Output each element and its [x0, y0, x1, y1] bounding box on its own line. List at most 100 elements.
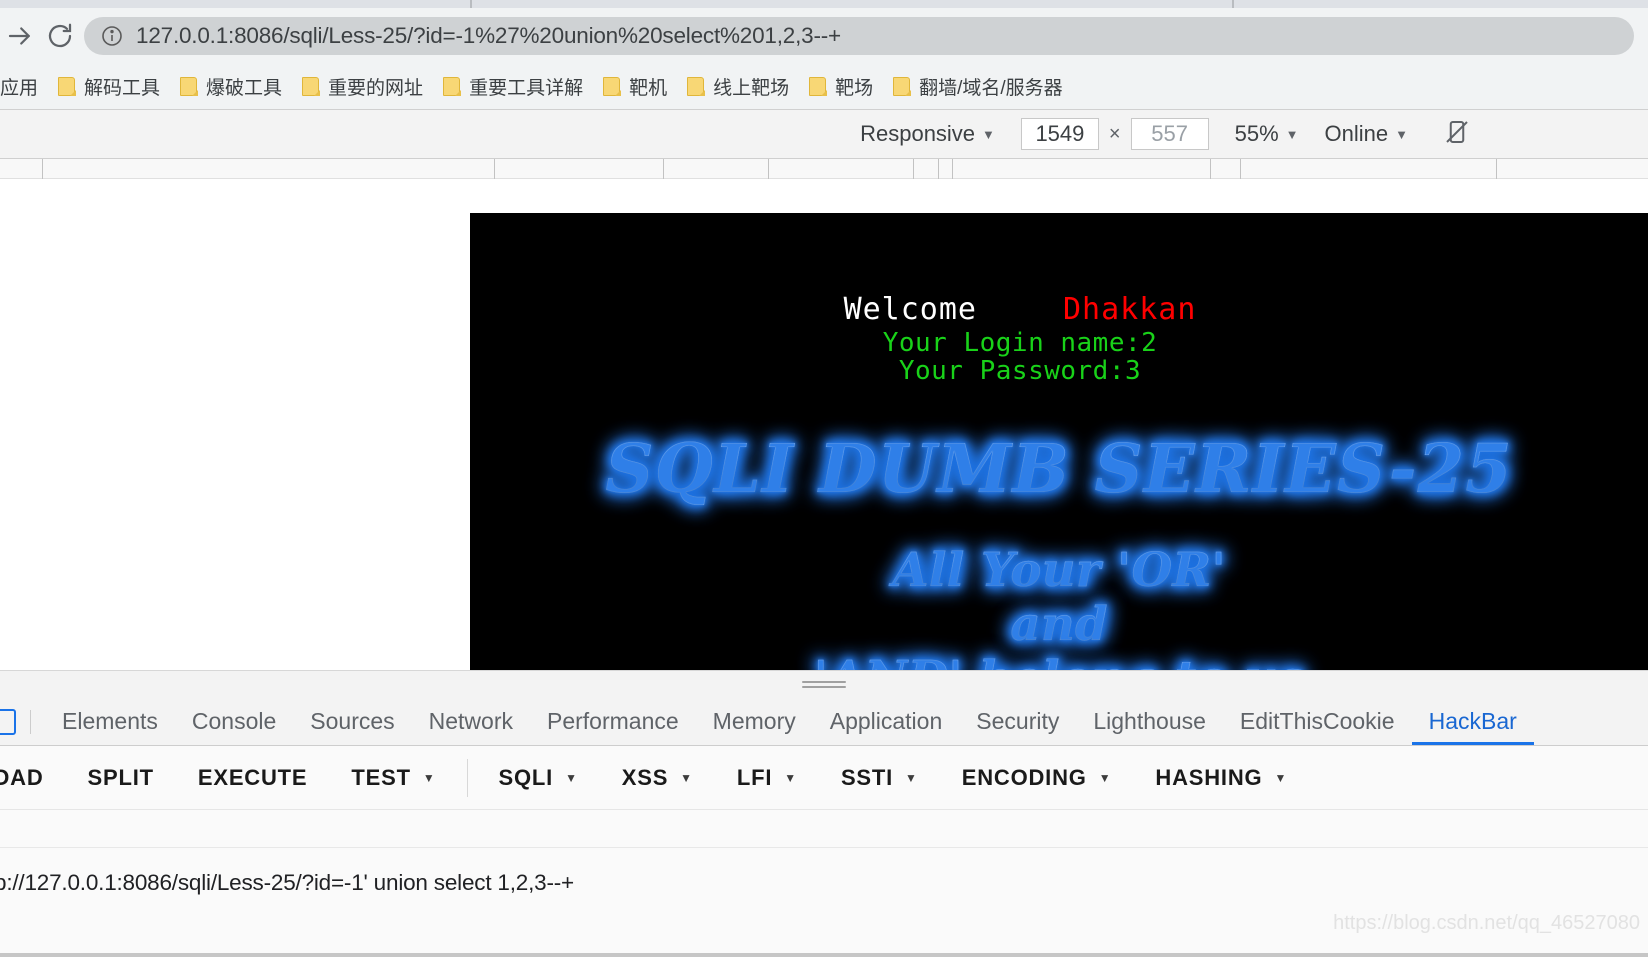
hackbar-hashing-button[interactable]: HASHING ▼: [1133, 755, 1309, 801]
bookmarks-bar: 应用 解码工具 爆破工具 重要的网址 重要工具详解 靶机 线上靶场 靶场 翻墙/…: [0, 63, 1648, 109]
hackbar-sqli-button[interactable]: SQLI ▼: [477, 755, 600, 801]
forward-button[interactable]: [0, 16, 40, 56]
dimension-separator: ×: [1108, 122, 1121, 145]
bookmark-apps[interactable]: 应用: [0, 69, 48, 103]
address-bar[interactable]: 127.0.0.1:8086/sqli/Less-25/?id=-1%27%20…: [84, 16, 1634, 55]
drag-handle-icon[interactable]: [802, 678, 846, 691]
button-label: EXECUTE: [197, 764, 308, 790]
tab-divider: [470, 0, 472, 8]
zoom-level-label: 55%: [1234, 121, 1279, 146]
button-label: LOAD: [0, 764, 44, 790]
hackbar-ssti-button[interactable]: SSTI ▼: [819, 755, 940, 801]
button-label: SSTI: [840, 764, 894, 790]
bookmark-folder-1[interactable]: 解码工具: [48, 69, 170, 103]
zoom-selector[interactable]: 55% ▼: [1235, 121, 1299, 147]
bookmark-label: 靶机: [629, 77, 668, 99]
hackbar-xss-button[interactable]: XSS ▼: [600, 755, 715, 801]
throttling-label: Online: [1324, 121, 1389, 146]
page-viewport: Welcome Dhakkan Your Login name:2 Your Pa…: [0, 180, 1648, 670]
bookmark-label: 靶场: [835, 77, 874, 99]
chevron-down-icon: ▼: [784, 770, 797, 785]
tab-application[interactable]: Application: [813, 699, 960, 745]
tab-strip: [0, 0, 1648, 8]
user-name-text: Dhakkan: [1063, 292, 1197, 327]
folder-icon: [893, 76, 911, 96]
folder-icon: [603, 76, 621, 96]
folder-icon: [180, 76, 198, 96]
bookmark-label: 解码工具: [84, 77, 161, 99]
throttling-selector[interactable]: Online ▼: [1325, 121, 1408, 147]
tagline-line-2: and: [470, 597, 1648, 652]
chevron-down-icon: ▼: [982, 126, 995, 142]
folder-icon: [443, 76, 461, 96]
chevron-down-icon: ▼: [1395, 126, 1408, 142]
window-bottom-edge: [0, 953, 1648, 957]
hackbar-url-panel: p://127.0.0.1:8086/sqli/Less-25/?id=-1' …: [0, 810, 1648, 957]
bookmark-folder-7[interactable]: 靶场: [799, 69, 883, 103]
hackbar-load-button[interactable]: LOAD: [0, 755, 66, 801]
arrow-right-icon: [5, 21, 35, 51]
rotate-device-button[interactable]: [1442, 117, 1472, 152]
viewport-ruler: [0, 159, 1648, 179]
bookmark-label: 线上靶场: [713, 77, 790, 99]
devtools-splitter[interactable]: [0, 670, 1648, 698]
address-bar-url: 127.0.0.1:8086/sqli/Less-25/?id=-1%27%20…: [136, 22, 842, 48]
chevron-down-icon: ▼: [565, 770, 578, 785]
bookmark-label: 重要工具详解: [469, 77, 584, 99]
hackbar-execute-button[interactable]: EXECUTE: [176, 755, 330, 801]
page-content: Welcome Dhakkan Your Login name:2 Your Pa…: [470, 213, 1648, 670]
chevron-down-icon: ▼: [680, 770, 693, 785]
welcome-text: Welcome: [843, 292, 977, 327]
reload-button[interactable]: [40, 16, 80, 56]
browser-window: 127.0.0.1:8086/sqli/Less-25/?id=-1%27%20…: [0, 0, 1648, 957]
panel-divider: [0, 847, 1648, 848]
tab-hackbar[interactable]: HackBar: [1412, 699, 1534, 745]
login-name-text: Your Login name:2: [882, 328, 1158, 358]
viewport-height-input[interactable]: 557: [1130, 118, 1209, 150]
tab-lighthouse[interactable]: Lighthouse: [1076, 699, 1223, 745]
hackbar-lfi-button[interactable]: LFI ▼: [715, 755, 819, 801]
bookmark-folder-3[interactable]: 重要的网址: [292, 69, 433, 103]
button-label: XSS: [621, 764, 669, 790]
device-emulation-toolbar: Responsive ▼ 1549 × 557 55% ▼ Online ▼: [0, 109, 1648, 159]
tab-security[interactable]: Security: [959, 699, 1076, 745]
devtools-tab-bar: Elements Console Sources Network Perform…: [0, 698, 1648, 746]
bookmark-folder-6[interactable]: 线上靶场: [677, 69, 799, 103]
chevron-down-icon: ▼: [1098, 770, 1112, 785]
tab-console[interactable]: Console: [175, 699, 293, 745]
button-label: TEST: [351, 764, 411, 790]
browser-toolbar: 127.0.0.1:8086/sqli/Less-25/?id=-1%27%20…: [0, 8, 1648, 63]
button-label: SPLIT: [87, 764, 154, 790]
bookmark-label: 爆破工具: [206, 77, 283, 99]
bookmark-label: 应用: [0, 77, 39, 99]
bookmark-folder-4[interactable]: 重要工具详解: [433, 69, 593, 103]
tab-memory[interactable]: Memory: [696, 699, 813, 745]
folder-icon: [687, 76, 705, 96]
toolbar-divider: [30, 709, 31, 734]
bookmark-label: 翻墙/域名/服务器: [919, 77, 1063, 99]
toolbar-divider: [466, 758, 468, 797]
hackbar-encoding-button[interactable]: ENCODING ▼: [940, 755, 1134, 801]
tab-performance[interactable]: Performance: [530, 699, 696, 745]
inspect-element-icon[interactable]: [0, 708, 16, 735]
viewport-width-input[interactable]: 1549: [1020, 118, 1099, 150]
bookmark-folder-5[interactable]: 靶机: [593, 69, 677, 103]
welcome-line: Welcome Dhakkan: [470, 292, 1570, 327]
bookmark-folder-2[interactable]: 爆破工具: [170, 69, 292, 103]
hackbar-split-button[interactable]: SPLIT: [66, 755, 176, 801]
hackbar-test-button[interactable]: TEST ▼: [329, 755, 457, 801]
tagline-line-3: 'AND' belong to us: [470, 651, 1648, 670]
tab-network[interactable]: Network: [412, 699, 530, 745]
button-label: SQLI: [498, 764, 554, 790]
hackbar-url-input[interactable]: p://127.0.0.1:8086/sqli/Less-25/?id=-1' …: [0, 870, 574, 896]
tab-editthiscookie[interactable]: EditThisCookie: [1223, 699, 1412, 745]
reload-icon: [45, 21, 75, 51]
bookmark-folder-8[interactable]: 翻墙/域名/服务器: [883, 69, 1073, 103]
password-text: Your Password:3: [898, 356, 1142, 386]
tab-elements[interactable]: Elements: [45, 699, 175, 745]
page-title: SQLI DUMB SERIES-25: [470, 429, 1648, 508]
info-circle-icon[interactable]: [100, 24, 124, 48]
device-selector-label: Responsive: [860, 121, 976, 146]
tab-sources[interactable]: Sources: [293, 699, 411, 745]
device-selector[interactable]: Responsive ▼: [860, 121, 995, 147]
